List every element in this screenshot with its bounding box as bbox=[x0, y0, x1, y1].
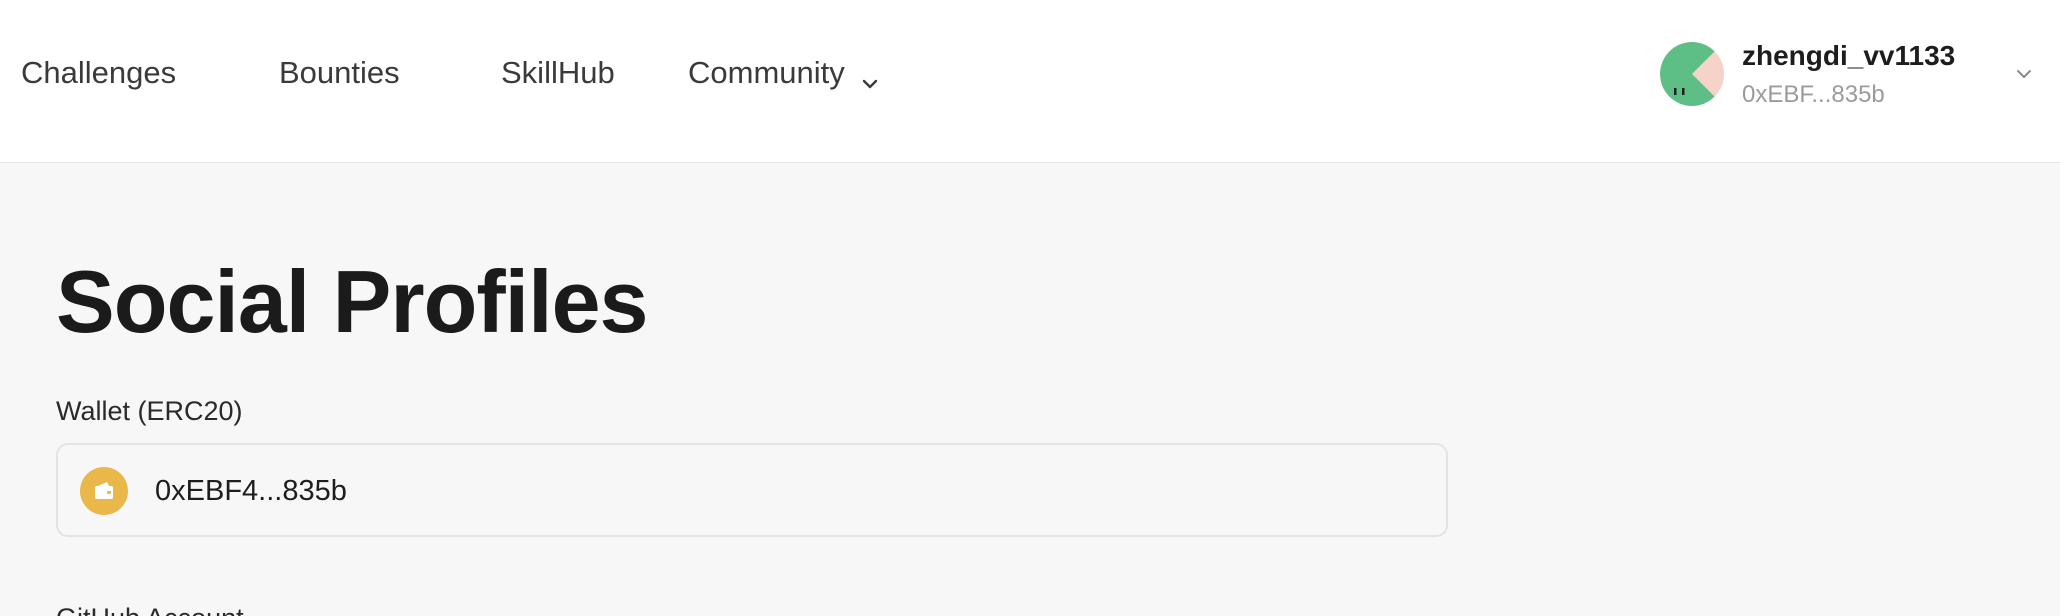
nav-item-skillhub[interactable]: SkillHub bbox=[501, 50, 615, 96]
github-field-label: GitHub Account bbox=[56, 600, 244, 616]
top-navigation-bar: Challenges Bounties SkillHub Community z… bbox=[0, 0, 2060, 163]
nav-item-challenges[interactable]: Challenges bbox=[21, 50, 176, 96]
chevron-down-icon bbox=[859, 62, 881, 89]
username: zhengdi_vv1133 bbox=[1742, 40, 1956, 71]
wallet-icon bbox=[80, 467, 128, 515]
page-title: Social Profiles bbox=[56, 252, 648, 351]
nav-item-community[interactable]: Community bbox=[688, 50, 881, 96]
user-wallet-address: 0xEBF...835b bbox=[1742, 81, 1885, 108]
wallet-field-label: Wallet (ERC20) bbox=[56, 396, 243, 426]
wallet-address-field[interactable]: 0xEBF4...835b bbox=[56, 443, 1448, 537]
nav-item-community-label: Community bbox=[688, 55, 845, 90]
wallet-address-value: 0xEBF4...835b bbox=[155, 475, 347, 507]
user-account-menu[interactable]: zhengdi_vv1133 0xEBF...835b bbox=[1660, 38, 2040, 110]
chevron-down-icon[interactable] bbox=[2014, 64, 2034, 84]
avatar-icon bbox=[1660, 42, 1724, 106]
nav-item-bounties[interactable]: Bounties bbox=[279, 50, 400, 96]
